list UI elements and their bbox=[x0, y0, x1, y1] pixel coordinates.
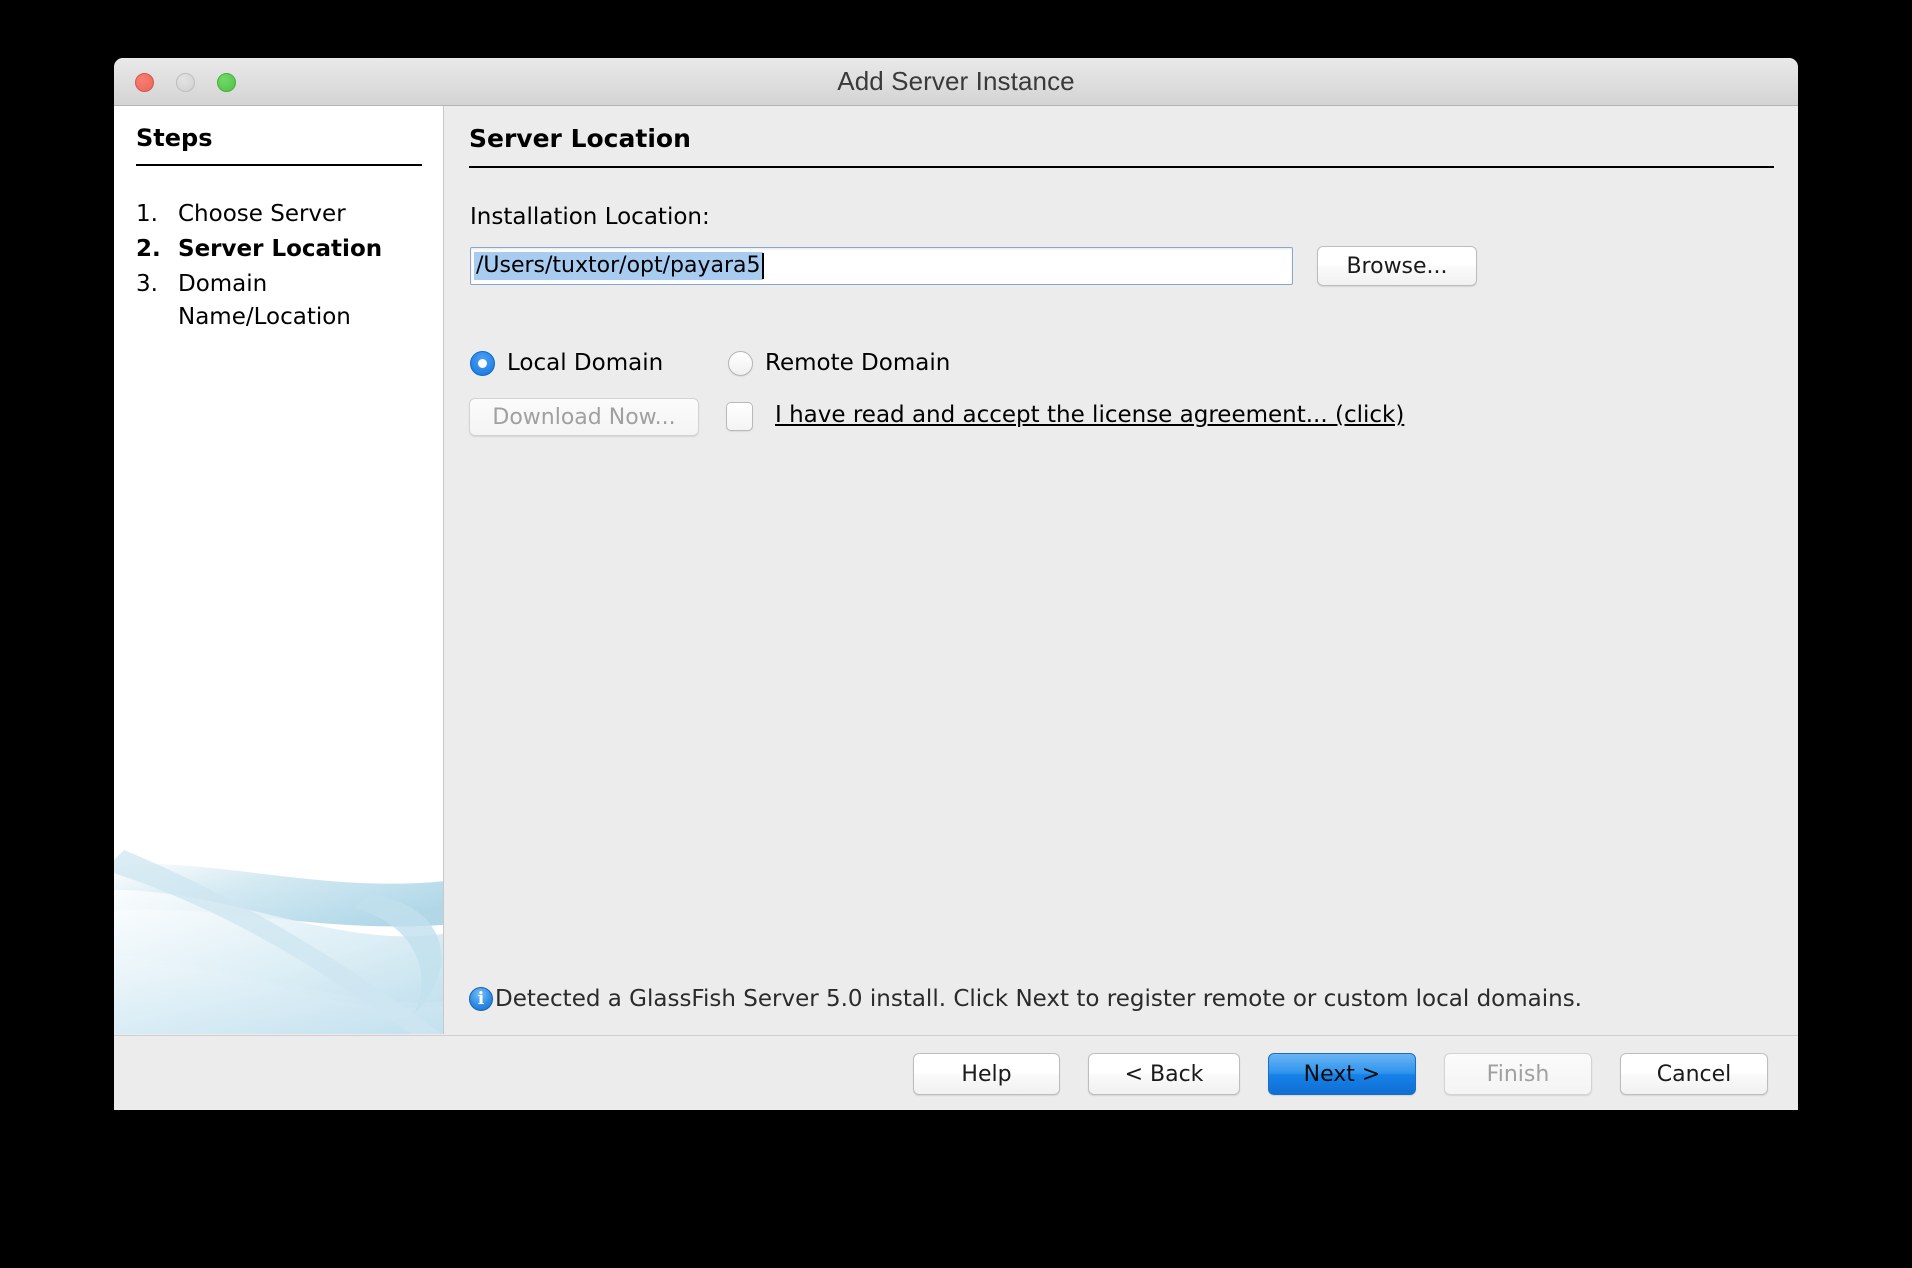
step-label: Choose Server bbox=[178, 198, 346, 231]
back-button-label: < Back bbox=[1125, 1062, 1204, 1087]
step-label: Domain Name/Location bbox=[178, 268, 378, 334]
text-caret bbox=[762, 253, 764, 279]
window-titlebar: Add Server Instance bbox=[114, 58, 1798, 106]
step-number: 3. bbox=[136, 268, 178, 301]
back-button[interactable]: < Back bbox=[1088, 1053, 1240, 1095]
step-number: 2. bbox=[136, 233, 178, 266]
window-title: Add Server Instance bbox=[114, 58, 1798, 105]
page-title: Server Location bbox=[469, 124, 691, 153]
license-agreement-checkbox[interactable] bbox=[726, 402, 753, 431]
download-now-button-label: Download Now... bbox=[492, 405, 675, 430]
next-button[interactable]: Next > bbox=[1268, 1053, 1416, 1095]
dialog-footer: Help < Back Next > Finish Cancel bbox=[114, 1035, 1798, 1110]
radio-selected-icon[interactable] bbox=[470, 351, 495, 376]
step-item-server-location: 2. Server Location bbox=[136, 233, 436, 266]
radio-remote-domain-label: Remote Domain bbox=[765, 350, 950, 376]
footer-button-row: Help < Back Next > Finish Cancel bbox=[913, 1053, 1768, 1095]
help-button-label: Help bbox=[961, 1062, 1011, 1087]
installation-location-input[interactable]: /Users/tuxtor/opt/payara5 bbox=[470, 247, 1293, 285]
steps-sidebar: Steps 1. Choose Server 2. Server Locatio… bbox=[114, 106, 444, 1034]
radio-remote-domain[interactable]: Remote Domain bbox=[728, 350, 950, 376]
radio-local-domain[interactable]: Local Domain bbox=[470, 350, 663, 376]
step-item-domain-name-location: 3. Domain Name/Location bbox=[136, 268, 436, 334]
browse-button-label: Browse... bbox=[1346, 254, 1447, 279]
status-message-text: Detected a GlassFish Server 5.0 install.… bbox=[495, 986, 1582, 1012]
radio-local-domain-label: Local Domain bbox=[507, 350, 663, 376]
browse-button[interactable]: Browse... bbox=[1317, 246, 1477, 286]
step-item-choose-server: 1. Choose Server bbox=[136, 198, 436, 231]
installation-location-label: Installation Location: bbox=[470, 204, 710, 230]
next-button-label: Next > bbox=[1304, 1062, 1381, 1087]
installation-location-value: /Users/tuxtor/opt/payara5 bbox=[474, 252, 763, 280]
radio-unselected-icon[interactable] bbox=[728, 351, 753, 376]
help-button[interactable]: Help bbox=[913, 1053, 1060, 1095]
download-now-button[interactable]: Download Now... bbox=[469, 398, 699, 436]
server-location-panel: Server Location Installation Location: /… bbox=[445, 106, 1798, 1034]
cancel-button-label: Cancel bbox=[1657, 1062, 1732, 1087]
info-icon: i bbox=[469, 987, 493, 1011]
license-agreement-link[interactable]: I have read and accept the license agree… bbox=[775, 402, 1404, 428]
cancel-button[interactable]: Cancel bbox=[1620, 1053, 1768, 1095]
steps-heading: Steps bbox=[136, 124, 213, 152]
finish-button[interactable]: Finish bbox=[1444, 1053, 1592, 1095]
step-number: 1. bbox=[136, 198, 178, 231]
steps-heading-divider bbox=[136, 164, 422, 166]
steps-list: 1. Choose Server 2. Server Location 3. D… bbox=[136, 198, 436, 336]
decorative-wave-graphic bbox=[114, 804, 444, 1034]
status-message: i Detected a GlassFish Server 5.0 instal… bbox=[469, 986, 1582, 1012]
finish-button-label: Finish bbox=[1487, 1062, 1550, 1087]
step-label: Server Location bbox=[178, 233, 382, 266]
window-body: Steps 1. Choose Server 2. Server Locatio… bbox=[114, 106, 1798, 1034]
page-title-divider bbox=[469, 166, 1774, 168]
add-server-instance-window: Add Server Instance Steps 1. Choose Serv… bbox=[114, 58, 1798, 1110]
